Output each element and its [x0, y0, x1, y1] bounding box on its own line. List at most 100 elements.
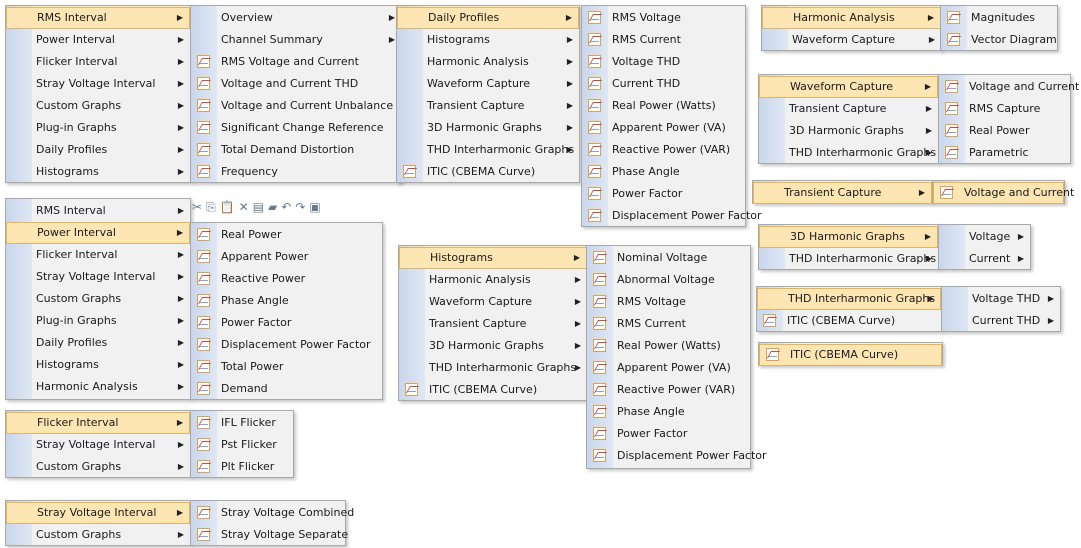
menu-item-3d-harmonic-graphs[interactable]: 3D Harmonic Graphs ▶	[397, 117, 579, 139]
menu-item-stray-voltage-combined[interactable]: Stray Voltage Combined	[191, 502, 354, 524]
menu-item-transient-capture[interactable]: Transient Capture ▶	[753, 182, 932, 204]
menu-item-stray-voltage-interval[interactable]: Stray Voltage Interval ▶	[6, 266, 190, 288]
menu-item-custom-graphs[interactable]: Custom Graphs ▶	[6, 95, 190, 117]
menu-item-histograms[interactable]: Histograms ▶	[6, 354, 190, 376]
menu-item-transient-capture[interactable]: Transient Capture ▶	[759, 98, 938, 120]
undo-icon[interactable]: ↶	[281, 200, 293, 214]
menu-item-plt-flicker[interactable]: Plt Flicker	[191, 456, 293, 478]
menu-item-current-thd[interactable]: Current THD	[582, 73, 745, 95]
menu-item-3d-harmonic-graphs[interactable]: 3D Harmonic Graphs ▶	[759, 120, 938, 142]
menu-item-overview[interactable]: Overview ▶	[191, 7, 401, 29]
menu-item-voltage-and-current-thd[interactable]: Voltage and Current THD	[191, 73, 401, 95]
menu-item-flicker-interval[interactable]: Flicker Interval ▶	[6, 51, 190, 73]
menu-item-histograms[interactable]: Histograms ▶	[6, 161, 190, 183]
menu-item-daily-profiles[interactable]: Daily Profiles ▶	[6, 139, 190, 161]
menu-item-rms-voltage[interactable]: RMS Voltage	[587, 291, 750, 313]
menu-item-histograms[interactable]: Histograms ▶	[397, 29, 579, 51]
menu-item-thd-interharmonic-graphs[interactable]: THD Interharmonic Graphs ▶	[397, 139, 579, 161]
delete-icon[interactable]: ✕	[239, 200, 251, 214]
menu-item-total-power[interactable]: Total Power	[191, 356, 382, 378]
menu-item-parametric[interactable]: Parametric	[939, 142, 1070, 164]
cut-icon[interactable]: ✂	[192, 200, 204, 214]
save-icon[interactable]: ▣	[309, 200, 322, 214]
menu-item-rms-voltage-and-current[interactable]: RMS Voltage and Current	[191, 51, 401, 73]
menu-item-real-power-watts[interactable]: Real Power (Watts)	[582, 95, 745, 117]
menu-item-custom-graphs[interactable]: Custom Graphs ▶	[6, 524, 190, 546]
menu-item-daily-profiles[interactable]: Daily Profiles ▶	[6, 332, 190, 354]
menu-item-itic-cbema-curve[interactable]: ITIC (CBEMA Curve)	[759, 344, 942, 366]
menu-item-pst-flicker[interactable]: Pst Flicker	[191, 434, 293, 456]
menu-item-phase-angle[interactable]: Phase Angle	[191, 290, 382, 312]
menu-item-voltage-and-current-unbalance[interactable]: Voltage and Current Unbalance	[191, 95, 401, 117]
redo-icon[interactable]: ↷	[295, 200, 307, 214]
menu-item-nominal-voltage[interactable]: Nominal Voltage	[587, 247, 750, 269]
menu-item-real-power-watts[interactable]: Real Power (Watts)	[587, 335, 750, 357]
menu-item-magnitudes[interactable]: Magnitudes	[941, 7, 1057, 29]
menu-item-apparent-power-va[interactable]: Apparent Power (VA)	[587, 357, 750, 379]
menu-item-demand[interactable]: Demand	[191, 378, 382, 400]
menu-item-harmonic-analysis[interactable]: Harmonic Analysis ▶	[397, 51, 579, 73]
menu-item-power-interval[interactable]: Power Interval ▶	[6, 29, 190, 51]
menu-item-itic-cbema-curve[interactable]: ITIC (CBEMA Curve)	[397, 161, 579, 183]
menu-item-stray-voltage-separate[interactable]: Stray Voltage Separate	[191, 524, 348, 546]
menu-item-current[interactable]: Current ▶	[939, 248, 1030, 270]
menu-item-power-interval[interactable]: Power Interval ▶	[6, 222, 190, 244]
menu-item-channel-summary[interactable]: Channel Summary ▶	[191, 29, 401, 51]
menu-item-apparent-power-va[interactable]: Apparent Power (VA)	[582, 117, 745, 139]
menu-item-rms-capture[interactable]: RMS Capture	[939, 98, 1070, 120]
menu-item-displacement-power-factor[interactable]: Displacement Power Factor	[191, 334, 382, 356]
menu-item-transient-capture[interactable]: Transient Capture ▶	[399, 313, 587, 335]
menu-item-voltage-thd[interactable]: Voltage THD	[582, 51, 745, 73]
menu-item-3d-harmonic-graphs[interactable]: 3D Harmonic Graphs ▶	[759, 226, 938, 248]
menu-item-total-demand-distortion[interactable]: Total Demand Distortion	[191, 139, 401, 161]
menu-item-thd-interharmonic-graphs[interactable]: THD Interharmonic Graphs ▶	[757, 288, 941, 310]
menu-item-rms-voltage[interactable]: RMS Voltage	[582, 7, 745, 29]
menu-item-custom-graphs[interactable]: Custom Graphs ▶	[6, 456, 190, 478]
menu-item-3d-harmonic-graphs[interactable]: 3D Harmonic Graphs ▶	[399, 335, 587, 357]
menu-item-harmonic-analysis[interactable]: Harmonic Analysis ▶	[6, 376, 190, 398]
menu-item-waveform-capture[interactable]: Waveform Capture ▶	[399, 291, 587, 313]
menu-item-flicker-interval[interactable]: Flicker Interval ▶	[6, 244, 190, 266]
menu-item-thd-interharmonic-graphs[interactable]: THD Interharmonic Graphs ▶	[399, 357, 587, 379]
menu-item-vector-diagram[interactable]: Vector Diagram	[941, 29, 1057, 51]
menu-item-power-factor[interactable]: Power Factor	[587, 423, 750, 445]
properties-icon[interactable]: ▤	[253, 200, 266, 214]
menu-item-itic-cbema-curve[interactable]: ITIC (CBEMA Curve)	[757, 310, 941, 332]
menu-item-phase-angle[interactable]: Phase Angle	[582, 161, 745, 183]
menu-item-flicker-interval[interactable]: Flicker Interval ▶	[6, 412, 190, 434]
menu-item-thd-interharmonic-graphs[interactable]: THD Interharmonic Graphs ▶	[759, 142, 938, 164]
menu-item-significant-change-reference[interactable]: Significant Change Reference	[191, 117, 401, 139]
menu-item-displacement-power-factor[interactable]: Displacement Power Factor	[582, 205, 762, 227]
menu-item-transient-capture[interactable]: Transient Capture ▶	[397, 95, 579, 117]
menu-item-rms-current[interactable]: RMS Current	[587, 313, 750, 335]
menu-item-stray-voltage-interval[interactable]: Stray Voltage Interval ▶	[6, 73, 190, 95]
menu-item-rms-current[interactable]: RMS Current	[582, 29, 745, 51]
menu-item-thd-interharmonic-graphs[interactable]: THD Interharmonic Graphs ▶	[759, 248, 938, 270]
menu-item-waveform-capture[interactable]: Waveform Capture ▶	[762, 29, 941, 51]
menu-item-itic-cbema-curve[interactable]: ITIC (CBEMA Curve)	[399, 379, 587, 401]
menu-item-custom-graphs[interactable]: Custom Graphs ▶	[6, 288, 190, 310]
menu-item-voltage-and-current[interactable]: Voltage and Current	[933, 182, 1074, 204]
menu-item-waveform-capture[interactable]: Waveform Capture ▶	[759, 76, 938, 98]
menu-item-frequency[interactable]: Frequency	[191, 161, 401, 183]
menu-item-plug-in-graphs[interactable]: Plug-in Graphs ▶	[6, 310, 190, 332]
menu-item-rms-interval[interactable]: RMS Interval ▶	[6, 7, 190, 29]
copy-icon[interactable]: ⎘	[206, 200, 218, 215]
menu-item-reactive-power[interactable]: Reactive Power	[191, 268, 382, 290]
menu-item-power-factor[interactable]: Power Factor	[191, 312, 382, 334]
paste-icon[interactable]: 📋	[220, 200, 237, 214]
menu-item-real-power[interactable]: Real Power	[939, 120, 1070, 142]
menu-item-apparent-power[interactable]: Apparent Power	[191, 246, 382, 268]
menu-item-daily-profiles[interactable]: Daily Profiles ▶	[397, 7, 579, 29]
menu-item-real-power[interactable]: Real Power	[191, 224, 382, 246]
menu-item-harmonic-analysis[interactable]: Harmonic Analysis ▶	[399, 269, 587, 291]
menu-item-abnormal-voltage[interactable]: Abnormal Voltage	[587, 269, 750, 291]
menu-item-waveform-capture[interactable]: Waveform Capture ▶	[397, 73, 579, 95]
menu-item-histograms[interactable]: Histograms ▶	[399, 247, 587, 269]
menu-item-ifl-flicker[interactable]: IFL Flicker	[191, 412, 293, 434]
menu-item-voltage[interactable]: Voltage ▶	[939, 226, 1030, 248]
menu-item-stray-voltage-interval[interactable]: Stray Voltage Interval ▶	[6, 434, 190, 456]
menu-item-stray-voltage-interval[interactable]: Stray Voltage Interval ▶	[6, 502, 190, 524]
menu-item-reactive-power-var[interactable]: Reactive Power (VAR)	[587, 379, 750, 401]
menu-item-plug-in-graphs[interactable]: Plug-in Graphs ▶	[6, 117, 190, 139]
